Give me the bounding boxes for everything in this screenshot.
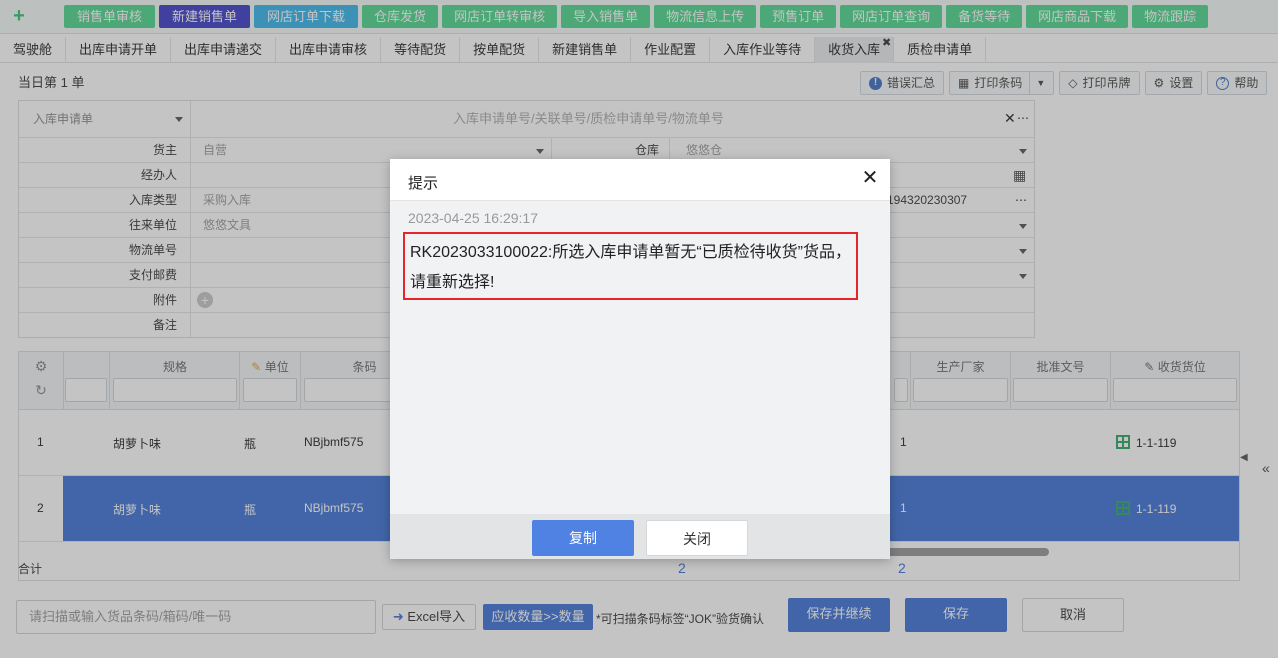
alert-dialog: 提示 ✕ 2023-04-25 16:29:17 RK2023033100022…	[390, 159, 890, 559]
copy-button[interactable]: 复制	[532, 520, 634, 556]
dialog-message: RK2023033100022:所选入库申请单暂无“已质检待收货”货品，请重新选…	[403, 232, 858, 300]
dialog-body: 2023-04-25 16:29:17 RK2023033100022:所选入库…	[390, 201, 890, 514]
close-button[interactable]: 关闭	[646, 520, 748, 556]
dialog-footer: 复制 关闭	[390, 514, 890, 559]
dialog-title: 提示	[408, 175, 439, 192]
dialog-timestamp: 2023-04-25 16:29:17	[408, 210, 538, 226]
dialog-header: 提示 ✕	[390, 159, 890, 201]
close-icon[interactable]: ✕	[860, 168, 880, 188]
